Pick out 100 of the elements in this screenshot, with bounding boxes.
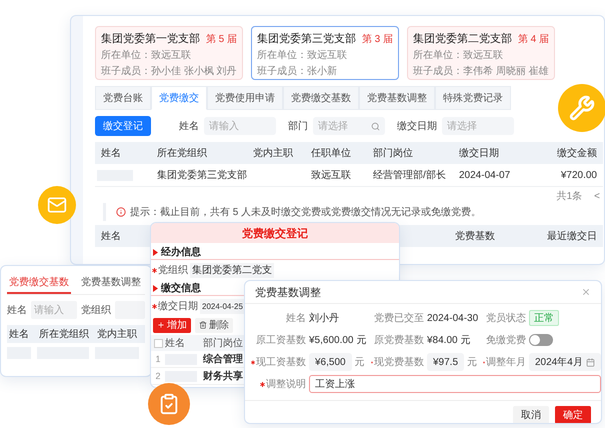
filter-label: 缴交日期 xyxy=(397,120,437,133)
column-header: 党内主职 xyxy=(96,328,138,341)
field-label: 姓名 xyxy=(286,312,306,325)
clipboard-check-icon xyxy=(158,393,180,415)
section-title: 经办信息 xyxy=(161,246,201,259)
field-label: 免缴党费 xyxy=(486,334,526,347)
filter-label: 姓名 xyxy=(7,304,27,317)
branch-unit: 所在单位：致远互联 xyxy=(101,49,191,62)
table-cell-text: 致远互联 xyxy=(310,169,352,182)
branch-card[interactable]: 集团党委第一党支部 第 5 届 所在单位：致远互联 班子成员：孙小佳 张小枫 刘丹 xyxy=(95,26,243,80)
register-button[interactable]: 缴交登记 xyxy=(95,116,151,136)
column-header: 姓名 xyxy=(165,337,185,350)
checkbox[interactable] xyxy=(154,338,162,348)
dialog-title: 党费缴交登记 xyxy=(151,223,399,243)
branch-unit: 所在单位：致远互联 xyxy=(413,49,503,62)
table-cell: 财务共享 xyxy=(203,369,243,383)
field-label: 党员状态 xyxy=(486,312,526,325)
column-header: 缴交日期 xyxy=(458,146,500,160)
branch-name: 集团党委第二党支部 xyxy=(413,32,512,46)
field-label: 党组织 xyxy=(158,264,188,277)
column-header: 姓名 xyxy=(100,147,122,160)
triangle-icon xyxy=(153,284,158,292)
mail-icon xyxy=(47,195,67,215)
column-header: 部门岗位 xyxy=(203,336,243,350)
table-cell-text: 综合管理 xyxy=(203,352,243,366)
tab[interactable]: 党费缴交基数 xyxy=(7,272,71,294)
column-header: 姓名 xyxy=(100,230,122,243)
term-label: 第 3 届 xyxy=(362,32,393,46)
field-label: 现党费基数 xyxy=(374,356,424,369)
tab[interactable]: 党费基数调整 xyxy=(359,86,435,110)
tab[interactable]: 党费缴交 xyxy=(151,86,207,110)
field-label: 调整说明 xyxy=(266,378,306,391)
triangle-icon xyxy=(153,248,158,256)
field-value: 刘小丹 xyxy=(309,312,339,325)
unit-label: 元 xyxy=(467,356,478,369)
confirm-button[interactable]: 确定 xyxy=(555,406,591,423)
field-value: ¥5,600.00 元 xyxy=(309,334,366,347)
filter-label: 党组织 xyxy=(81,304,111,317)
total-count: 共1条 xyxy=(556,190,582,203)
term-label: 第 5 届 xyxy=(206,32,237,46)
column-header: 缴交金额 xyxy=(556,146,598,160)
dialog-title: 党费基数调整 xyxy=(255,286,321,300)
section-title: 缴交信息 xyxy=(161,281,201,295)
toggle-switch[interactable] xyxy=(529,334,553,346)
tab[interactable]: 特殊党费记录 xyxy=(435,86,511,110)
select-field[interactable]: 集团党委第二党支 xyxy=(190,262,274,278)
tab[interactable]: 党费台账 xyxy=(95,86,151,110)
tab[interactable]: 党费缴交基数 xyxy=(283,86,359,110)
column-header: 党费基数 xyxy=(454,230,496,243)
cancel-button[interactable]: 取消 xyxy=(513,406,549,423)
date-field[interactable]: 2024-04-25 xyxy=(200,298,245,314)
filter-label: 部门 xyxy=(288,120,308,133)
column-header: 部门岗位 xyxy=(372,146,414,160)
field-label: 原党费基数 xyxy=(374,334,424,347)
field-label: 原工资基数 xyxy=(256,334,306,347)
branch-members: 班子成员：李伟希 周晓丽 崔雄 xyxy=(413,65,549,78)
term-label: 第 4 届 xyxy=(518,32,549,46)
field-value: ¥84.00 元 xyxy=(427,334,470,347)
field-label: 调整年月 xyxy=(486,356,526,369)
calendar-icon xyxy=(586,358,595,366)
input-field[interactable]: ¥6,500 xyxy=(309,353,352,371)
name-select[interactable] xyxy=(165,370,197,382)
branch-card[interactable]: 集团党委第二党支部 第 4 届 所在单位：致远互联 班子成员：李伟希 周晓丽 崔雄 xyxy=(407,26,555,80)
date-field[interactable]: 2024年4月 xyxy=(529,353,601,371)
plus-icon xyxy=(157,321,165,329)
delete-button[interactable]: 删除 xyxy=(195,318,233,332)
input-field[interactable]: ¥97.5 xyxy=(427,353,464,371)
column-header: 最近缴交日 xyxy=(546,230,598,243)
field-label: 缴交日期 xyxy=(158,300,198,313)
table-cell-text: 集团党委第三党支部 xyxy=(156,168,248,182)
tab[interactable]: 党费使用申请 xyxy=(207,86,283,110)
status-tag: 正常 xyxy=(529,310,559,326)
wrench-icon xyxy=(569,95,595,121)
column-header: 所在党组织 xyxy=(156,146,208,160)
branch-name: 集团党委第三党支部 xyxy=(257,32,356,46)
table-cell-text: 2024-04-07 xyxy=(458,170,512,180)
close-icon[interactable] xyxy=(581,287,591,297)
column-header: 姓名 xyxy=(8,328,30,341)
add-button[interactable]: 增加 xyxy=(153,318,191,332)
branch-name: 集团党委第一党支部 xyxy=(101,32,200,46)
filter-label: 姓名 xyxy=(179,120,199,133)
branch-members: 班子成员：孙小佳 张小枫 刘丹 xyxy=(101,65,237,78)
branch-unit: 所在单位：致远互联 xyxy=(257,49,347,62)
unit-label: 元 xyxy=(354,356,365,369)
search-icon xyxy=(371,122,380,130)
row-number: 1 xyxy=(155,354,160,364)
column-header: 所在党组织 xyxy=(38,328,90,341)
column-header: 党内主职 xyxy=(252,146,294,160)
field-label: 党费已交至 xyxy=(374,312,424,325)
input-field[interactable]: 工资上涨 xyxy=(309,375,601,393)
field-value: 2024-04-30 xyxy=(427,312,478,324)
tab[interactable]: 党费基数调整 xyxy=(79,272,143,294)
branch-card[interactable]: 集团党委第三党支部 第 3 届 所在单位：致远互联 班子成员：张小新 xyxy=(251,26,399,80)
table-cell-text: ¥720.00 xyxy=(560,170,598,180)
field-label: 现工资基数 xyxy=(256,356,306,369)
column-header: 任职单位 xyxy=(310,146,352,160)
trash-icon xyxy=(199,321,207,329)
info-icon xyxy=(116,207,126,217)
branch-members: 班子成员：张小新 xyxy=(257,65,337,78)
prev-page-button[interactable]: < xyxy=(594,190,600,202)
